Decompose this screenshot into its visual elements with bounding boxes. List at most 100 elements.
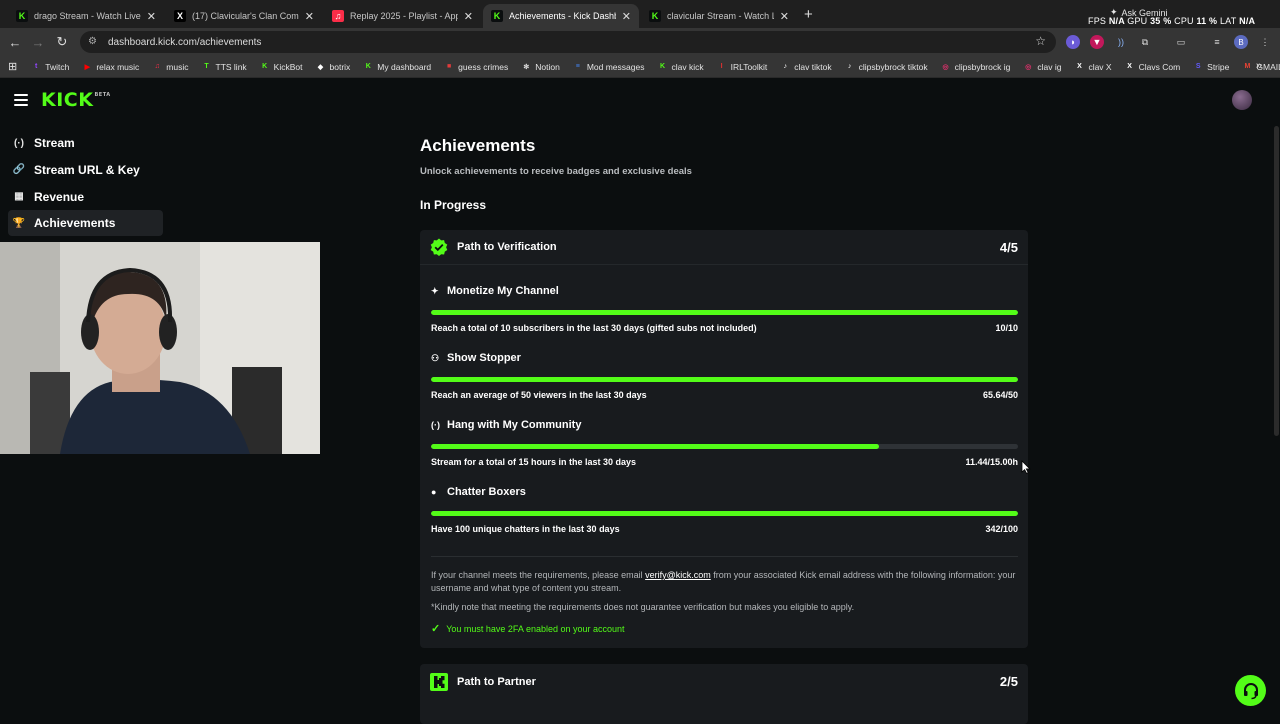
note-text-prefix: If your channel meets the requirements, …: [431, 570, 646, 580]
kick-icon: K: [16, 10, 28, 22]
support-chat-button[interactable]: [1235, 675, 1266, 706]
viewers-icon: ⚇: [431, 352, 440, 363]
bookmark-item[interactable]: ♫ music: [152, 62, 189, 72]
page-scrollbar[interactable]: [1274, 126, 1279, 436]
bookmark-item[interactable]: I IRLToolkit: [717, 62, 768, 72]
apple-music-icon: ♫: [154, 63, 160, 70]
bookmark-item[interactable]: X Clavs Com: [1125, 61, 1181, 72]
bookmark-label: Clavs Com: [1138, 61, 1181, 72]
partner-count: 2/5: [999, 674, 1018, 689]
bookmark-item[interactable]: ♪ clipsbybrock tiktok: [845, 62, 928, 72]
bookmark-label: botrix: [329, 61, 351, 72]
extension-shield-icon[interactable]: ▼: [1090, 35, 1104, 49]
bookmark-label: IRLToolkit: [730, 61, 768, 72]
bookmark-item[interactable]: ✻ Notion: [521, 62, 560, 72]
progress-fill: [431, 310, 1018, 315]
requirement-2fa-text: You must have 2FA enabled on your accoun…: [446, 623, 625, 634]
site-info-icon[interactable]: ⚙: [88, 36, 100, 48]
bookmark-item[interactable]: ■ guess crimes: [444, 62, 508, 72]
new-tab-button[interactable]: +: [804, 6, 813, 23]
reload-icon[interactable]: ↻: [54, 34, 70, 50]
partner-card-header[interactable]: Path to Partner 2/5: [420, 664, 1028, 699]
bookmark-label: clav X: [1088, 61, 1112, 72]
bookmark-label: clav tiktok: [794, 61, 832, 72]
bookmark-item[interactable]: ◆ botrix: [316, 62, 351, 72]
twitch-icon: t: [35, 63, 38, 70]
browser-tab[interactable]: Kdrago Stream - Watch Live on K ✕: [8, 4, 164, 28]
achievement-item: (·) Hang with My Community Stream for a to…: [431, 419, 1018, 467]
browser-tab[interactable]: X (17) Clavicular's Clan Communi ✕: [166, 4, 322, 28]
close-tab-icon[interactable]: ✕: [622, 10, 631, 23]
broadcast-icon: (·): [431, 420, 440, 430]
bookmark-item[interactable]: T TTS link: [202, 62, 246, 72]
browser-tab[interactable]: Kclavicular Stream - Watch Live o ✕: [641, 4, 797, 28]
achievement-title: Show Stopper: [447, 352, 521, 364]
close-tab-icon[interactable]: ✕: [780, 10, 789, 23]
close-tab-icon[interactable]: ✕: [464, 10, 473, 23]
bookmark-item[interactable]: ▶ relax music: [82, 61, 140, 72]
sidebar-item-achievements[interactable]: 🏆 Achievements: [8, 210, 163, 237]
audio-extension-icon[interactable]: )): [1114, 35, 1128, 49]
bookmark-item[interactable]: ◎ clav ig: [1023, 62, 1061, 72]
bookmark-item[interactable]: ≡ Mod messages: [573, 62, 645, 72]
apps-grid-icon[interactable]: ⊞: [8, 60, 17, 73]
docs-icon: ≡: [575, 63, 580, 70]
browser-tab[interactable]: K Achievements - Kick Dashboard ✕: [483, 4, 639, 28]
bookmark-item[interactable]: K My dashboard: [363, 62, 431, 72]
bookmark-star-icon[interactable]: ☆: [1035, 34, 1046, 48]
extensions-puzzle-icon[interactable]: ⧉: [1138, 35, 1152, 49]
kick-logo[interactable]: KICKBETA: [41, 89, 111, 111]
more-bookmarks-chevron-icon[interactable]: »: [1256, 60, 1262, 72]
achievement-progress-bar: [431, 511, 1018, 516]
url-text[interactable]: dashboard.kick.com/achievements: [108, 37, 261, 48]
browser-tab[interactable]: ♫ Replay 2025 - Playlist - App ✕: [324, 4, 481, 28]
verify-email-link[interactable]: verify@kick.com: [645, 570, 711, 580]
bookmark-item[interactable]: t Twitch: [31, 62, 69, 72]
bookmark-item[interactable]: ◎ clipsbybrock ig: [941, 62, 1011, 72]
achievement-description: Reach an average of 50 viewers in the la…: [431, 390, 647, 400]
lat-value: N/A: [1239, 16, 1256, 26]
chat-icon: ●: [431, 487, 437, 497]
sidebar-item-stream[interactable]: (·) Stream: [8, 130, 163, 156]
hamburger-menu-icon[interactable]: [14, 94, 28, 106]
forward-arrow-icon[interactable]: →: [30, 34, 46, 50]
browser-menu-icon[interactable]: ⋮: [1258, 35, 1272, 49]
user-avatar[interactable]: [1232, 90, 1252, 110]
webcam-overlay: [0, 242, 320, 454]
bookmark-item[interactable]: S Stripe: [1193, 62, 1230, 72]
achievement-description: Have 100 unique chatters in the last 30 …: [431, 524, 620, 534]
close-tab-icon[interactable]: ✕: [305, 10, 314, 23]
partner-card: Path to Partner 2/5: [420, 664, 1028, 724]
cast-icon[interactable]: ▭: [1174, 35, 1188, 49]
achievement-progress-bar: [431, 444, 1018, 449]
kick-icon: K: [659, 63, 665, 70]
verification-card-header[interactable]: Path to Verification 4/5: [420, 230, 1028, 265]
bookmark-item[interactable]: Kclav kick: [657, 62, 704, 72]
bookmark-label: My dashboard: [377, 61, 432, 72]
extension-icon[interactable]: ◗: [1066, 35, 1080, 49]
page-subtitle: Unlock achievements to receive badges an…: [420, 166, 692, 177]
close-tab-icon[interactable]: ✕: [147, 10, 156, 23]
bookmark-label: Notion: [535, 61, 560, 72]
performance-overlay: FPS N/A GPU 35 % CPU 11 % LAT N/A: [1088, 16, 1255, 26]
fps-label: FPS: [1088, 16, 1107, 26]
bookmark-label: guess crimes: [458, 61, 509, 72]
cpu-value: 11 %: [1196, 16, 1218, 26]
x-icon: X: [1077, 63, 1082, 70]
bookmark-item[interactable]: Xclav X: [1074, 61, 1112, 72]
bookmark-label: relax music: [96, 61, 140, 72]
address-bar[interactable]: ⚙ dashboard.kick.com/achievements ☆: [80, 31, 1056, 53]
bookmark-item[interactable]: K KickBot: [260, 62, 302, 72]
gmail-icon: M: [1244, 63, 1251, 70]
bookmark-item[interactable]: ♪ clav tiktok: [780, 61, 832, 72]
cpu-label: CPU: [1174, 16, 1194, 26]
media-control-icon[interactable]: ≡: [1210, 35, 1224, 49]
back-arrow-icon[interactable]: ←: [7, 34, 23, 50]
sidebar-item-stream-url-key[interactable]: 🔗 Stream URL & Key: [8, 157, 163, 183]
kick-icon: K: [491, 10, 503, 22]
verified-badge-icon: [430, 238, 448, 256]
profile-avatar-icon[interactable]: B: [1234, 35, 1248, 49]
sidebar-item-revenue[interactable]: ▦ Revenue: [8, 184, 163, 210]
achievement-value: 342/100: [985, 524, 1018, 534]
gpu-label: GPU: [1127, 16, 1148, 26]
